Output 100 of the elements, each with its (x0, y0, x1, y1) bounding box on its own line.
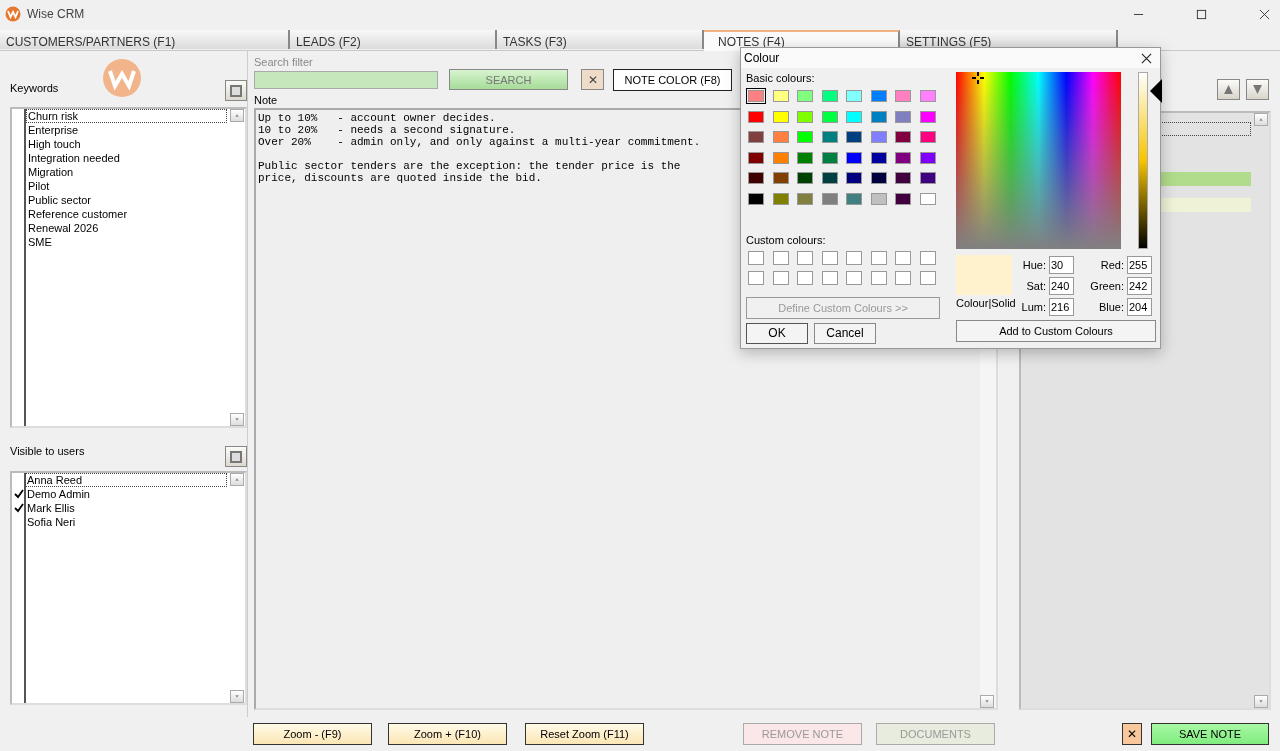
colour-swatch[interactable] (870, 110, 887, 123)
keyword-item[interactable]: Integration needed (26, 151, 227, 165)
cancel-button[interactable]: ✕ (1122, 723, 1142, 745)
custom-colour-slot[interactable] (821, 271, 838, 286)
colour-swatch[interactable] (846, 110, 862, 123)
colour-swatch[interactable] (797, 110, 813, 123)
colour-swatch[interactable] (772, 90, 789, 102)
scroll-down-icon[interactable] (230, 690, 244, 703)
scroll-up-icon[interactable] (1254, 113, 1268, 126)
colour-swatch[interactable] (821, 192, 838, 205)
colour-swatch[interactable] (895, 131, 911, 144)
custom-colour-slot[interactable] (748, 250, 764, 265)
colour-swatch[interactable] (748, 151, 764, 164)
maximize-icon[interactable] (1196, 8, 1207, 20)
scroll-down-icon[interactable] (980, 695, 994, 708)
colour-swatch[interactable] (870, 90, 887, 102)
custom-colour-slot[interactable] (846, 250, 862, 265)
checkmark-icon[interactable] (14, 489, 24, 499)
colour-swatch[interactable] (895, 90, 911, 102)
colour-swatch[interactable] (821, 110, 838, 123)
keyword-item[interactable]: Reference customer (26, 207, 227, 221)
scroll-up-icon[interactable] (230, 473, 244, 486)
value-field[interactable]: 30 (1049, 256, 1074, 274)
slider-arrow-icon[interactable] (1150, 78, 1162, 103)
custom-colour-slot[interactable] (748, 271, 764, 286)
search-field[interactable] (254, 70, 438, 89)
user-item[interactable]: Sofia Neri (25, 515, 227, 529)
scroll-down-icon[interactable] (230, 413, 244, 426)
colour-spectrum[interactable] (956, 72, 1121, 249)
colour-swatch[interactable] (870, 192, 887, 205)
custom-colour-slot[interactable] (895, 250, 911, 265)
custom-colour-slot[interactable] (797, 271, 813, 286)
cancel-button[interactable]: Cancel (814, 322, 876, 344)
user-item[interactable]: Anna Reed (25, 473, 227, 487)
value-field[interactable]: 240 (1049, 277, 1074, 295)
select-all-button[interactable] (225, 446, 247, 467)
tab[interactable]: CUSTOMERS/PARTNERS (F1) (0, 30, 290, 49)
custom-colour-slot[interactable] (772, 271, 789, 286)
colour-swatch[interactable] (797, 131, 813, 144)
colour-swatch[interactable] (895, 110, 911, 123)
close-icon[interactable] (1259, 8, 1270, 20)
colour-swatch[interactable] (821, 90, 838, 102)
colour-swatch[interactable] (772, 172, 789, 185)
colour-swatch[interactable] (919, 192, 936, 205)
action-button[interactable]: Zoom - (F9) (253, 723, 372, 745)
tab[interactable]: TASKS (F3) (497, 30, 704, 49)
keyword-item[interactable]: Churn risk (26, 109, 227, 123)
close-icon[interactable] (1141, 52, 1152, 64)
move-down-button[interactable] (1246, 79, 1269, 100)
colour-swatch[interactable] (772, 131, 789, 144)
custom-colour-slot[interactable] (797, 250, 813, 265)
custom-colour-slot[interactable] (870, 271, 887, 286)
colour-swatch[interactable] (772, 192, 789, 205)
keyword-item[interactable]: Public sector (26, 193, 227, 207)
colour-swatch[interactable] (797, 151, 813, 164)
colour-swatch[interactable] (870, 131, 887, 144)
custom-colour-slot[interactable] (870, 250, 887, 265)
colour-swatch[interactable] (870, 172, 887, 185)
value-field[interactable]: 242 (1127, 277, 1152, 295)
action-button[interactable]: SAVE NOTE (1151, 723, 1269, 745)
colour-swatch[interactable] (919, 110, 936, 123)
scroll-down-icon[interactable] (1254, 695, 1268, 708)
custom-colour-slot[interactable] (846, 271, 862, 286)
colour-swatch[interactable] (821, 131, 838, 144)
move-up-button[interactable] (1217, 79, 1240, 100)
colour-swatch[interactable] (748, 110, 764, 123)
value-field[interactable]: 216 (1049, 298, 1074, 316)
colour-swatch[interactable] (919, 172, 936, 185)
user-item[interactable]: Mark Ellis (25, 501, 227, 515)
tab[interactable]: LEADS (F2) (290, 30, 497, 49)
colour-swatch[interactable] (846, 172, 862, 185)
colour-swatch[interactable] (821, 172, 838, 185)
clear-button[interactable]: ✕ (581, 69, 604, 90)
colour-swatch[interactable] (919, 151, 936, 164)
custom-colour-slot[interactable] (772, 250, 789, 265)
colour-swatch[interactable] (895, 151, 911, 164)
keyword-item[interactable]: Enterprise (26, 123, 227, 137)
keyword-item[interactable]: SME (26, 235, 227, 249)
colour-swatch[interactable] (748, 90, 764, 102)
colour-swatch[interactable] (772, 151, 789, 164)
keyword-item[interactable]: Pilot (26, 179, 227, 193)
add-to-custom-colours-button[interactable]: Add to Custom Colours (956, 320, 1156, 342)
note-color-button[interactable]: NOTE COLOR (F8) (613, 68, 732, 91)
colour-swatch[interactable] (748, 192, 764, 205)
colour-swatch[interactable] (919, 131, 936, 144)
colour-swatch[interactable] (846, 151, 862, 164)
colour-swatch[interactable] (919, 90, 936, 102)
select-all-button[interactable] (225, 80, 247, 101)
colour-swatch[interactable] (797, 172, 813, 185)
keyword-item[interactable]: Migration (26, 165, 227, 179)
colour-swatch[interactable] (846, 131, 862, 144)
custom-colour-slot[interactable] (919, 250, 936, 265)
colour-swatch[interactable] (846, 90, 862, 102)
custom-colour-slot[interactable] (821, 250, 838, 265)
colour-swatch[interactable] (895, 172, 911, 185)
scroll-up-icon[interactable] (230, 109, 244, 122)
ok-button[interactable]: OK (746, 322, 808, 344)
colour-swatch[interactable] (895, 192, 911, 205)
custom-colour-slot[interactable] (895, 271, 911, 286)
value-field[interactable]: 204 (1127, 298, 1152, 316)
